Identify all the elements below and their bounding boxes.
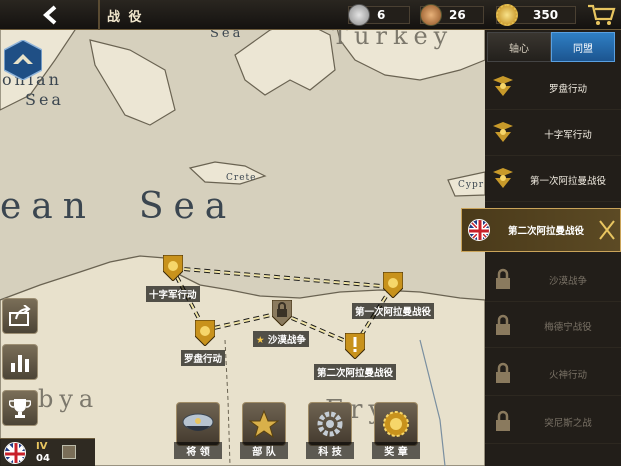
marker-label: 第二次阿拉曼战役	[314, 364, 397, 380]
lock-icon	[496, 314, 510, 335]
marker-label: 十字军行动	[146, 286, 200, 302]
stats-icon	[11, 355, 29, 372]
star-icon: ★	[256, 335, 265, 346]
lock-icon	[496, 362, 510, 383]
operation-item[interactable]: 十字军行动	[485, 112, 621, 156]
island-label-cyprus: Cypr	[458, 180, 485, 190]
operation-label: 罗盘行动	[548, 83, 587, 95]
army-star-icon	[248, 409, 280, 439]
shopping-cart-icon	[588, 4, 616, 25]
operation-label: 沙漠战争	[548, 275, 587, 287]
sea-label: Sea	[25, 90, 64, 109]
officer-cap-icon	[182, 413, 214, 431]
operation-label: 梅德宁战役	[544, 321, 592, 333]
trophy-icon	[9, 399, 31, 418]
divider	[98, 0, 100, 30]
operation-item-locked[interactable]: 火神行动	[485, 352, 621, 396]
bronze-medal-icon	[420, 4, 442, 26]
player-info[interactable]: IV 04	[0, 438, 95, 466]
medals-button[interactable]: 奖 章	[372, 402, 420, 462]
tech-button[interactable]: 科 技	[306, 402, 354, 462]
gear-wrench-icon	[317, 411, 343, 437]
operation-item[interactable]: 罗盘行动	[485, 66, 621, 110]
page-title: 战 役	[107, 10, 144, 25]
button-label: 部 队	[240, 442, 288, 459]
gold-sun-coin-icon	[496, 4, 518, 26]
rank-insignia-icon	[493, 122, 513, 142]
player-rank: IV	[36, 441, 48, 452]
operation-label: 第二次阿拉曼战役	[507, 226, 584, 237]
faction-badge[interactable]	[3, 39, 43, 81]
medal-icon	[383, 411, 409, 437]
operation-item-locked[interactable]: 沙漠战争	[485, 258, 621, 302]
sea-label-mediterranean: ean Sea	[0, 186, 237, 227]
marker-label: 第一次阿拉曼战役	[352, 303, 435, 319]
resource-bronze-medals: 26	[420, 4, 484, 26]
operation-item-active[interactable]: 第二次阿拉曼战役	[461, 208, 621, 252]
save-icon[interactable]	[62, 445, 76, 459]
operation-item[interactable]: 第一次阿拉曼战役	[485, 158, 621, 202]
battle-marker-compass[interactable]	[195, 320, 215, 346]
chevron-left-icon	[42, 5, 57, 25]
marker-label: 罗盘行动	[181, 350, 226, 366]
button-label: 将 领	[174, 442, 222, 459]
back-button[interactable]	[30, 0, 70, 30]
operation-label: 突尼斯之战	[544, 417, 592, 429]
lock-icon	[496, 268, 510, 289]
operation-item-locked[interactable]: 梅德宁战役	[485, 304, 621, 348]
top-bar: 战 役 6 26 350	[0, 0, 621, 30]
battle-marker-desert-war-locked[interactable]	[272, 300, 292, 326]
battle-marker-el-alamein-1[interactable]	[383, 272, 403, 298]
button-label: 奖 章	[372, 442, 420, 459]
player-level: 04	[36, 453, 50, 464]
resource-gold: 350	[496, 4, 576, 26]
operation-item-locked[interactable]: 突尼斯之战	[485, 400, 621, 444]
lock-icon	[496, 410, 510, 431]
battle-marker-el-alamein-2-current[interactable]	[345, 333, 365, 359]
stats-button[interactable]	[2, 344, 38, 380]
battle-marker-crusader[interactable]	[163, 255, 183, 281]
tab-axis[interactable]: 轴心	[487, 32, 551, 62]
crossed-swords-icon	[599, 220, 615, 240]
resource-silver-medals: 6	[348, 4, 410, 26]
trophy-button[interactable]	[2, 390, 38, 426]
shop-button[interactable]	[586, 3, 616, 27]
generals-button[interactable]: 将 领	[174, 402, 222, 462]
operation-label: 火神行动	[548, 369, 587, 381]
share-icon	[9, 305, 31, 326]
operation-label: 第一次阿拉曼战役	[529, 175, 606, 187]
uk-flag-icon	[4, 442, 26, 464]
tab-allies[interactable]: 同盟	[551, 32, 615, 62]
operations-panel: 轴心 同盟 罗盘行动 十字军行动 第一次阿拉曼战役 第二次阿拉曼战役 沙漠战争 …	[461, 30, 621, 466]
share-button[interactable]	[2, 298, 38, 334]
button-label: 科 技	[306, 442, 354, 459]
country-label-libya: bya	[38, 385, 100, 413]
uk-flag-icon	[468, 219, 490, 241]
silver-medal-icon	[348, 4, 370, 26]
rank-insignia-icon	[493, 168, 513, 188]
island-label-crete: Crete	[226, 173, 257, 183]
troops-button[interactable]: 部 队	[240, 402, 288, 462]
marker-label: ★ 沙漠战争	[253, 331, 309, 347]
operation-label: 十字军行动	[544, 129, 592, 141]
rank-insignia-icon	[493, 76, 513, 96]
